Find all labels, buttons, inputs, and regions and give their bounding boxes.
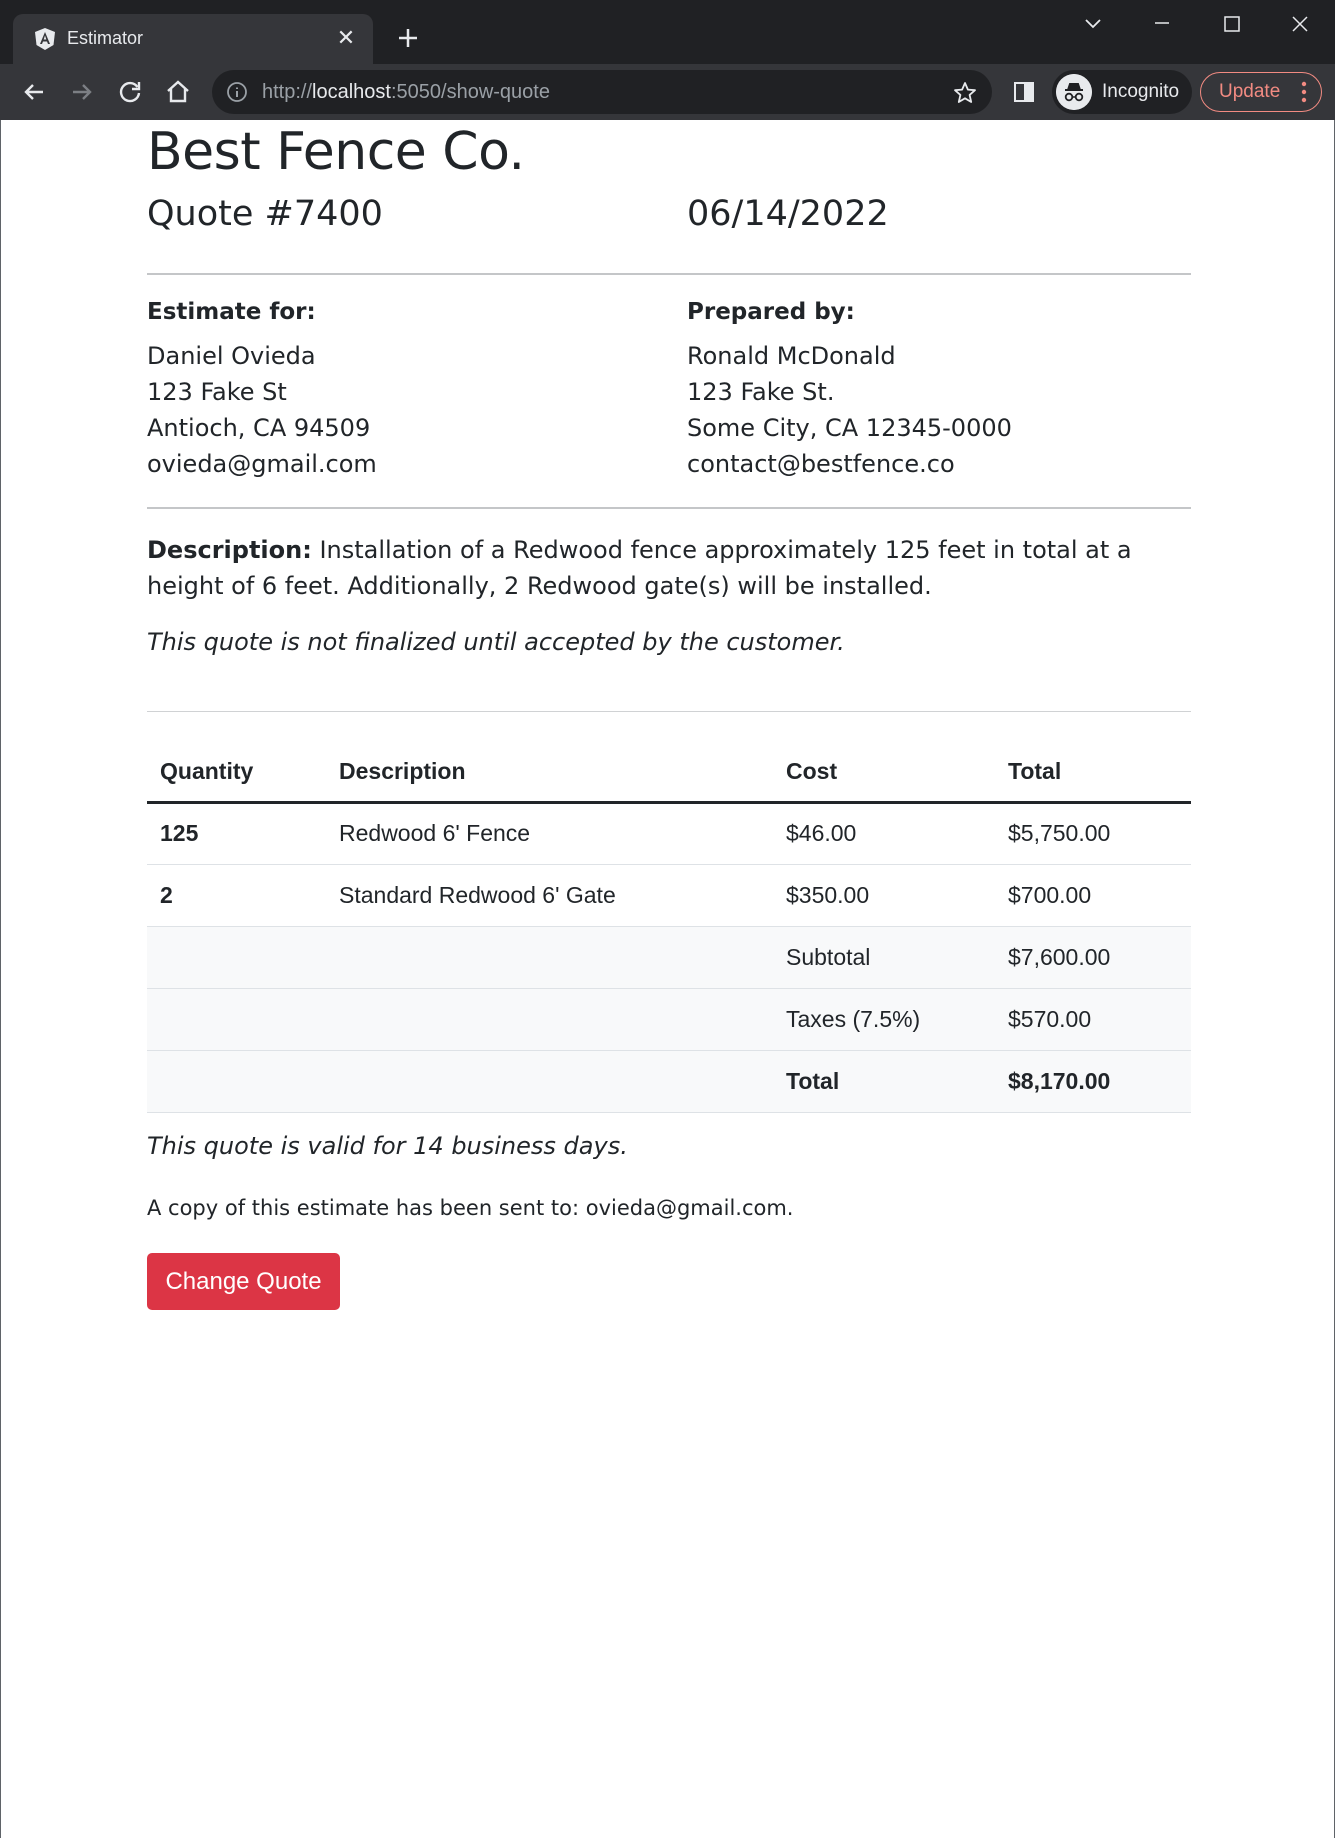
tab-close-icon[interactable]: ✕ [333,26,359,52]
validity-note: This quote is valid for 14 business days… [147,1132,628,1160]
divider [147,711,1191,712]
empty-cell [147,926,326,989]
angular-logo-icon [35,28,55,50]
estimate-for-label: Estimate for: [147,299,316,325]
page-viewport: Best Fence Co. Quote #7400 06/14/2022 Es… [0,120,1335,1838]
tab-title: Estimator [67,28,144,48]
preparer-name: Ronald McDonald [687,342,896,370]
table-row: 2 Standard Redwood 6' Gate $350.00 $700.… [147,864,1191,927]
empty-cell [326,1050,773,1113]
tab-search-chevron-icon[interactable] [1073,8,1113,40]
column-header-description: Description [326,742,773,804]
subtotal-row: Subtotal $7,600.00 [147,926,1191,989]
row-total: $5,750.00 [995,802,1191,865]
empty-cell [326,926,773,989]
new-tab-icon[interactable] [392,22,424,54]
forward-arrow-icon[interactable] [66,76,98,108]
reload-icon[interactable] [114,76,146,108]
table-row: 125 Redwood 6' Fence $46.00 $5,750.00 [147,802,1191,865]
divider [147,273,1191,275]
incognito-icon [1056,74,1092,110]
incognito-profile-button[interactable]: Incognito [1052,70,1192,114]
preparer-street: 123 Fake St. [687,378,835,406]
quote-items-table: Quantity Description Cost Total 125 Redw… [147,742,1191,1113]
subtotal-value: $7,600.00 [995,926,1191,989]
customer-street: 123 Fake St [147,378,287,406]
browser-chrome: Estimator ✕ http://localhost:5050/show-q… [0,0,1335,120]
company-name: Best Fence Co. [147,122,525,182]
empty-cell [147,988,326,1051]
description-label: Description: [147,536,312,564]
prepared-by-label: Prepared by: [687,299,855,325]
address-bar[interactable]: http://localhost:5050/show-quote [212,70,992,114]
url-scheme: http:// [262,81,313,103]
copy-sent-note: A copy of this estimate has been sent to… [147,1196,794,1220]
divider [147,507,1191,509]
subtotal-label: Subtotal [773,926,995,989]
update-button[interactable]: Update [1200,72,1322,112]
empty-cell [326,988,773,1051]
address-url[interactable]: http://localhost:5050/show-quote [262,81,550,104]
taxes-value: $570.00 [995,988,1191,1051]
quote-date: 06/14/2022 [687,194,889,234]
column-header-total: Total [995,742,1191,804]
not-finalized-note: This quote is not finalized until accept… [147,628,845,656]
back-arrow-icon[interactable] [18,76,50,108]
taxes-label: Taxes (7.5%) [773,988,995,1051]
row-total: $700.00 [995,864,1191,927]
row-cost: $46.00 [773,802,995,865]
change-quote-button[interactable]: Change Quote [147,1253,340,1310]
incognito-label: Incognito [1102,81,1180,102]
more-menu-icon[interactable] [1301,81,1307,103]
description-paragraph: Description: Installation of a Redwood f… [147,532,1191,604]
home-icon[interactable] [162,76,194,108]
total-row: Total $8,170.00 [147,1050,1191,1113]
update-label: Update [1219,81,1281,102]
total-value: $8,170.00 [995,1050,1191,1113]
customer-email: ovieda@gmail.com [147,450,377,478]
site-info-icon[interactable] [226,81,248,103]
table-header-row: Quantity Description Cost Total [147,742,1191,804]
row-quantity: 2 [147,864,326,927]
total-label: Total [773,1050,995,1113]
tab-strip: Estimator ✕ [0,0,1335,64]
row-cost: $350.00 [773,864,995,927]
close-window-icon[interactable] [1280,8,1320,40]
column-header-quantity: Quantity [147,742,326,804]
maximize-icon[interactable] [1211,8,1251,40]
taxes-row: Taxes (7.5%) $570.00 [147,988,1191,1051]
preparer-email: contact@bestfence.co [687,450,955,478]
row-description: Redwood 6' Fence [326,802,773,865]
empty-cell [147,1050,326,1113]
url-path: :5050/show-quote [390,81,550,103]
row-quantity: 125 [147,802,326,865]
tab-estimator[interactable]: Estimator ✕ [13,14,373,64]
customer-city: Antioch, CA 94509 [147,414,371,442]
column-header-cost: Cost [773,742,995,804]
bookmark-star-icon[interactable] [952,80,978,106]
customer-name: Daniel Ovieda [147,342,316,370]
browser-toolbar: http://localhost:5050/show-quote Incogni… [0,64,1335,120]
side-panel-icon[interactable] [1010,78,1038,106]
url-host: localhost [312,81,391,103]
preparer-city: Some City, CA 12345-0000 [687,414,1012,442]
quote-number: Quote #7400 [147,194,383,234]
minimize-icon[interactable] [1142,8,1182,40]
row-description: Standard Redwood 6' Gate [326,864,773,927]
